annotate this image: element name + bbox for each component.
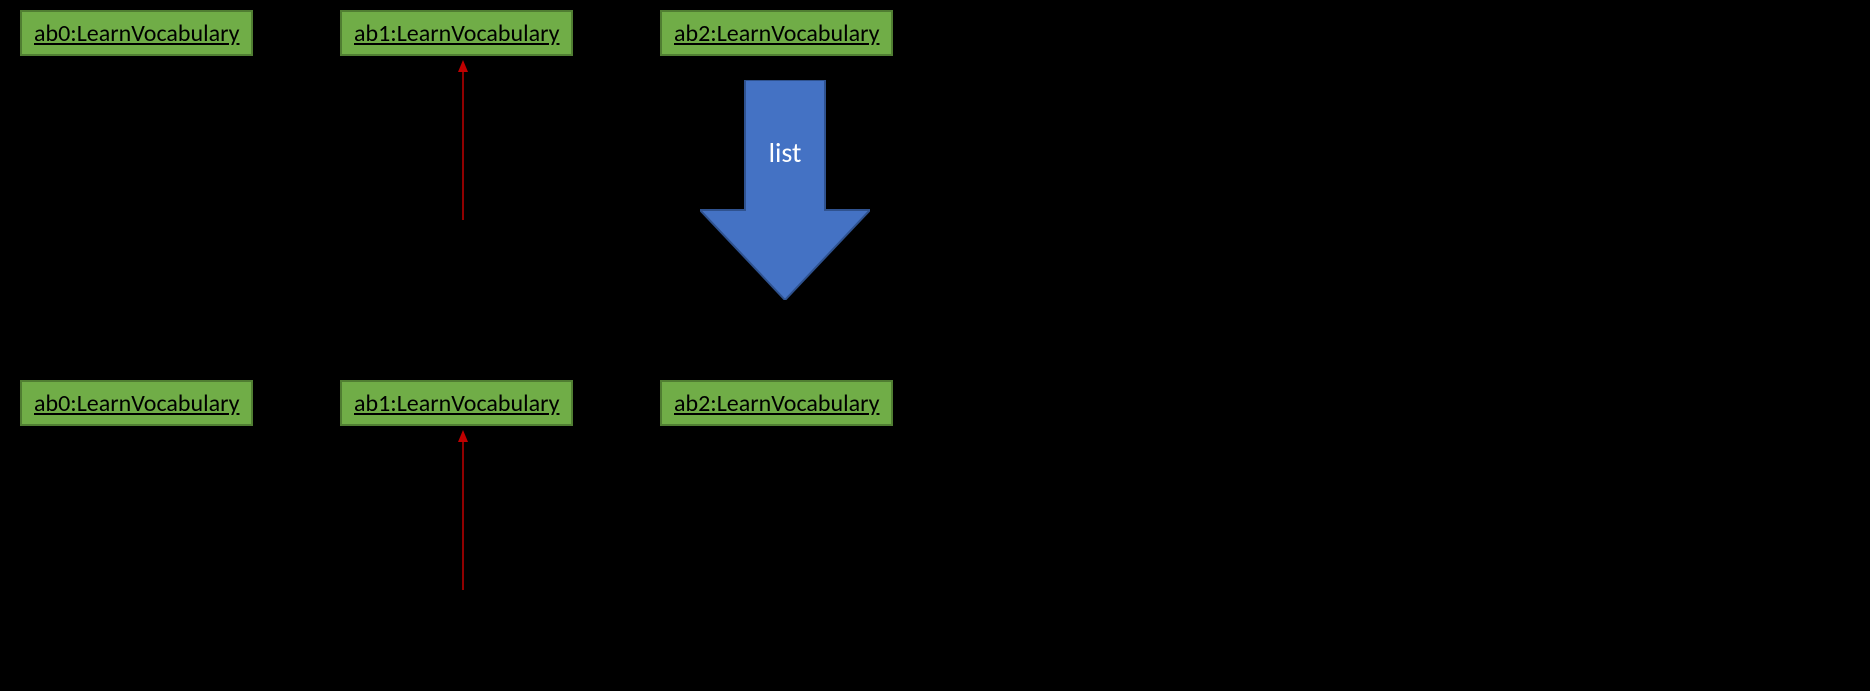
node-top-0: ab0:LearnVocabulary [20,10,253,56]
red-arrow-top-icon [456,60,470,220]
list-arrow-label: list [700,135,870,170]
node-top-2: ab2:LearnVocabulary [660,10,893,56]
red-arrow-bottom-icon [456,430,470,590]
node-top-1: ab1:LearnVocabulary [340,10,573,56]
node-bottom-0: ab0:LearnVocabulary [20,380,253,426]
node-bottom-2: ab2:LearnVocabulary [660,380,893,426]
node-bottom-1: ab1:LearnVocabulary [340,380,573,426]
list-arrow-icon: list [700,80,870,300]
